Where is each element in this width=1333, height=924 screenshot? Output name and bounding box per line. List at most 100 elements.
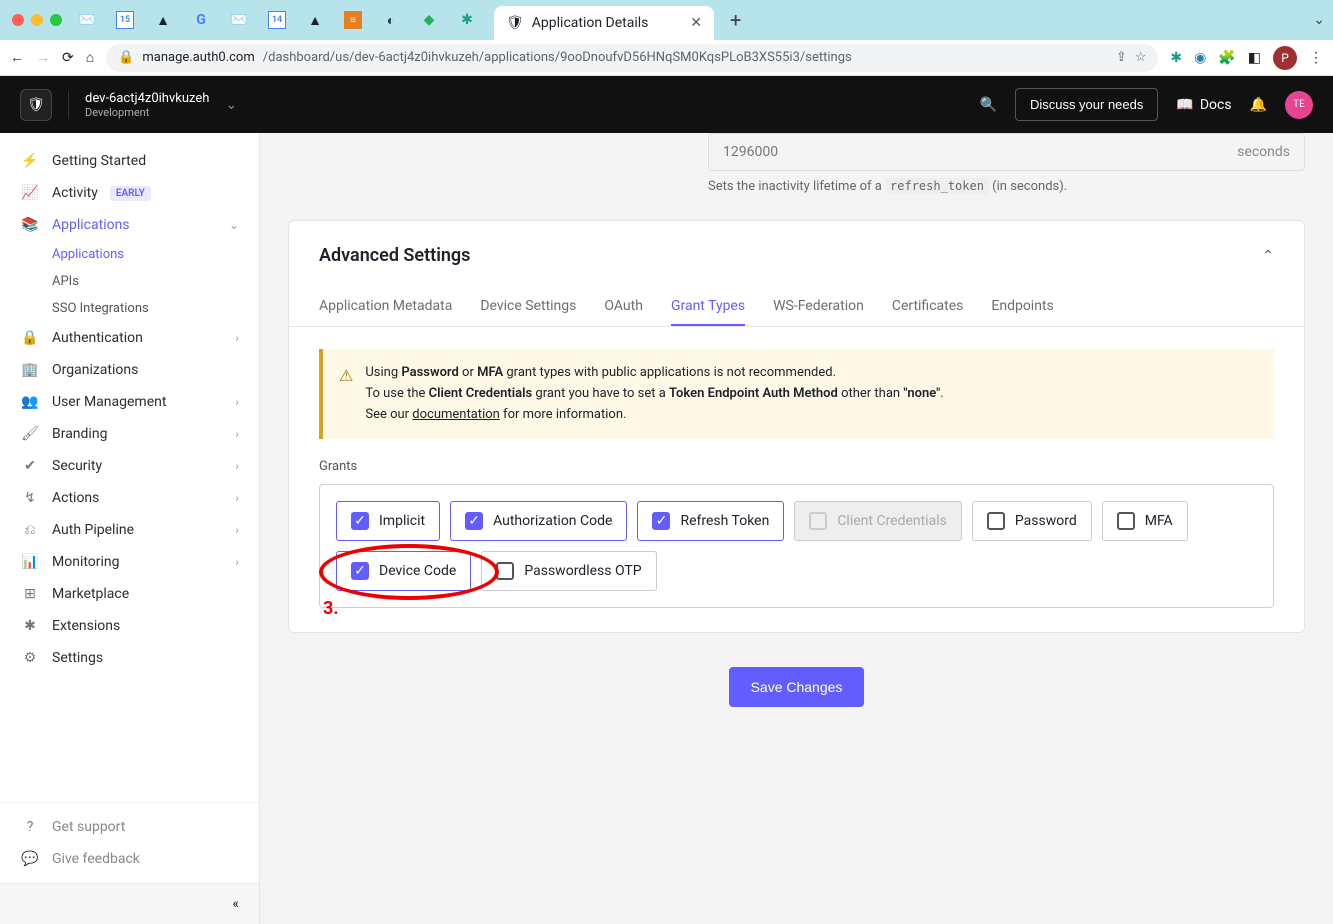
ext1-icon[interactable]: ✱ — [1170, 50, 1182, 66]
tabs-overflow-icon[interactable]: ⌄ — [1313, 12, 1325, 28]
advanced-header[interactable]: Advanced Settings ⌃ — [289, 221, 1304, 276]
search-icon[interactable]: 🔍 — [980, 97, 997, 113]
sidebar-item-extensions[interactable]: ✱Extensions — [0, 610, 259, 642]
kebab-menu-icon[interactable]: ⋮ — [1309, 50, 1323, 66]
window-controls — [12, 14, 62, 26]
drive2-icon[interactable]: ▲ — [306, 11, 324, 29]
grant-authorization-code[interactable]: ✓Authorization Code — [450, 501, 627, 541]
sidebar-item-actions[interactable]: ↯Actions› — [0, 482, 259, 514]
tenant-env: Development — [85, 106, 209, 119]
docs-link[interactable]: 📖Docs — [1176, 97, 1231, 113]
footer-icon: 💬 — [20, 851, 40, 867]
cal-15-icon[interactable]: 15 — [116, 11, 134, 29]
sidebar-icon: 👥 — [20, 394, 40, 410]
sidebar-icon: 🖌 — [20, 426, 40, 442]
extensions: ✱ ◉ 🧩 ◧ P ⋮ — [1170, 46, 1323, 70]
tab-oauth[interactable]: OAuth — [604, 288, 643, 326]
profile-avatar[interactable]: P — [1273, 46, 1297, 70]
sidebar-icon: ✔ — [20, 458, 40, 474]
app4-icon[interactable]: ✱ — [458, 11, 476, 29]
grant-refresh-token[interactable]: ✓Refresh Token — [637, 501, 784, 541]
sidepanel-icon[interactable]: ◧ — [1248, 50, 1261, 66]
sidebar-label: Applications — [52, 217, 130, 233]
google-icon[interactable]: G — [192, 11, 210, 29]
sidebar-get-support[interactable]: ?Get support — [0, 811, 259, 843]
tab-grant-types[interactable]: Grant Types — [671, 288, 745, 326]
extensions-icon[interactable]: 🧩 — [1218, 50, 1235, 66]
tenant-switcher[interactable]: dev-6actj4z0ihvkuzeh Development — [85, 91, 209, 119]
save-button[interactable]: Save Changes — [729, 667, 865, 707]
reload-button[interactable]: ⟳ — [62, 50, 74, 66]
sidebar-icon: ⎌ — [20, 522, 40, 538]
new-tab-button[interactable]: + — [730, 8, 741, 32]
sidebar-sub-apis[interactable]: APIs — [0, 268, 259, 295]
grant-label: MFA — [1145, 513, 1173, 529]
close-window[interactable] — [12, 14, 24, 26]
sidebar-item-applications[interactable]: 📚Applications⌄ — [0, 209, 259, 241]
tab-device-settings[interactable]: Device Settings — [480, 288, 576, 326]
sidebar-label: User Management — [52, 394, 166, 410]
sidebar-item-security[interactable]: ✔Security› — [0, 450, 259, 482]
app2-icon[interactable]: ◐ — [382, 11, 400, 29]
sidebar-give-feedback[interactable]: 💬Give feedback — [0, 843, 259, 875]
auth0-logo-icon[interactable]: 🛡 — [20, 89, 52, 121]
sidebar-sub-sso-integrations[interactable]: SSO Integrations — [0, 295, 259, 322]
sidebar-label: Monitoring — [52, 554, 120, 570]
minimize-window[interactable] — [31, 14, 43, 26]
share-icon[interactable]: ⇪ — [1116, 50, 1127, 65]
sidebar-item-branding[interactable]: 🖌Branding› — [0, 418, 259, 450]
grant-device-code[interactable]: ✓Device Code3. — [336, 551, 471, 591]
sidebar-item-settings[interactable]: ⚙Settings — [0, 642, 259, 674]
ext2-icon[interactable]: ◉ — [1194, 50, 1206, 66]
pinned-tabs: ✉️ 15 ▲ G ✉️ 14 ▲ ≡ ◐ ◆ ✱ — [78, 11, 476, 29]
gmail2-icon[interactable]: ✉️ — [230, 11, 248, 29]
app3-icon[interactable]: ◆ — [420, 11, 438, 29]
sidebar-item-activity[interactable]: 📈ActivityEARLY — [0, 177, 259, 209]
sidebar-item-monitoring[interactable]: 📊Monitoring› — [0, 546, 259, 578]
forward-button[interactable]: → — [36, 49, 50, 66]
grant-password[interactable]: Password — [972, 501, 1092, 541]
sidebar-icon: 🔒 — [20, 330, 40, 346]
chevron-down-icon: ⌄ — [229, 218, 239, 232]
sidebar-icon: ↯ — [20, 490, 40, 506]
back-button[interactable]: ← — [10, 49, 24, 66]
sidebar-item-marketplace[interactable]: ⊞Marketplace — [0, 578, 259, 610]
maximize-window[interactable] — [50, 14, 62, 26]
address-bar[interactable]: 🔒 manage.auth0.com/dashboard/us/dev-6act… — [106, 44, 1158, 72]
sidebar-sub-applications[interactable]: Applications — [0, 241, 259, 268]
gmail-icon[interactable]: ✉️ — [78, 11, 96, 29]
refresh-lifetime-input[interactable]: 1296000 seconds — [708, 133, 1305, 171]
notifications-icon[interactable]: 🔔 — [1250, 97, 1267, 113]
user-avatar[interactable]: TE — [1285, 91, 1313, 119]
refresh-help-text: Sets the inactivity lifetime of a refres… — [708, 179, 1305, 194]
sidebar-icon: ⊞ — [20, 586, 40, 602]
home-button[interactable]: ⌂ — [86, 49, 94, 66]
sidebar-icon: ⚙ — [20, 650, 40, 666]
sidebar-item-auth-pipeline[interactable]: ⎌Auth Pipeline› — [0, 514, 259, 546]
grant-implicit[interactable]: ✓Implicit — [336, 501, 440, 541]
refresh-unit: seconds — [1237, 144, 1290, 160]
app1-icon[interactable]: ≡ — [344, 11, 362, 29]
tab-ws-federation[interactable]: WS-Federation — [773, 288, 864, 326]
grant-passwordless-otp[interactable]: Passwordless OTP — [481, 551, 656, 591]
tab-certificates[interactable]: Certificates — [892, 288, 964, 326]
tab-endpoints[interactable]: Endpoints — [991, 288, 1053, 326]
tab-application-metadata[interactable]: Application Metadata — [319, 288, 452, 326]
sidebar-item-authentication[interactable]: 🔒Authentication› — [0, 322, 259, 354]
drive-icon[interactable]: ▲ — [154, 11, 172, 29]
cal-14-icon[interactable]: 14 — [268, 11, 286, 29]
grant-warning: ⚠ Using Password or MFA grant types with… — [319, 349, 1274, 439]
checkbox-icon: ✓ — [465, 512, 483, 530]
checkbox-icon — [1117, 512, 1135, 530]
close-tab-icon[interactable]: ✕ — [690, 15, 702, 31]
sidebar-item-user-management[interactable]: 👥User Management› — [0, 386, 259, 418]
active-tab[interactable]: 🛡 Application Details ✕ — [494, 6, 714, 40]
discuss-button[interactable]: Discuss your needs — [1015, 88, 1158, 121]
sidebar-item-getting-started[interactable]: ⚡Getting Started — [0, 145, 259, 177]
sidebar-item-organizations[interactable]: 🏢Organizations — [0, 354, 259, 386]
bookmark-icon[interactable]: ☆ — [1135, 50, 1147, 65]
grant-mfa[interactable]: MFA — [1102, 501, 1188, 541]
sidebar-collapse-button[interactable]: « — [0, 883, 259, 924]
chevron-down-icon[interactable]: ⌄ — [225, 97, 237, 113]
documentation-link[interactable]: documentation — [412, 407, 500, 422]
